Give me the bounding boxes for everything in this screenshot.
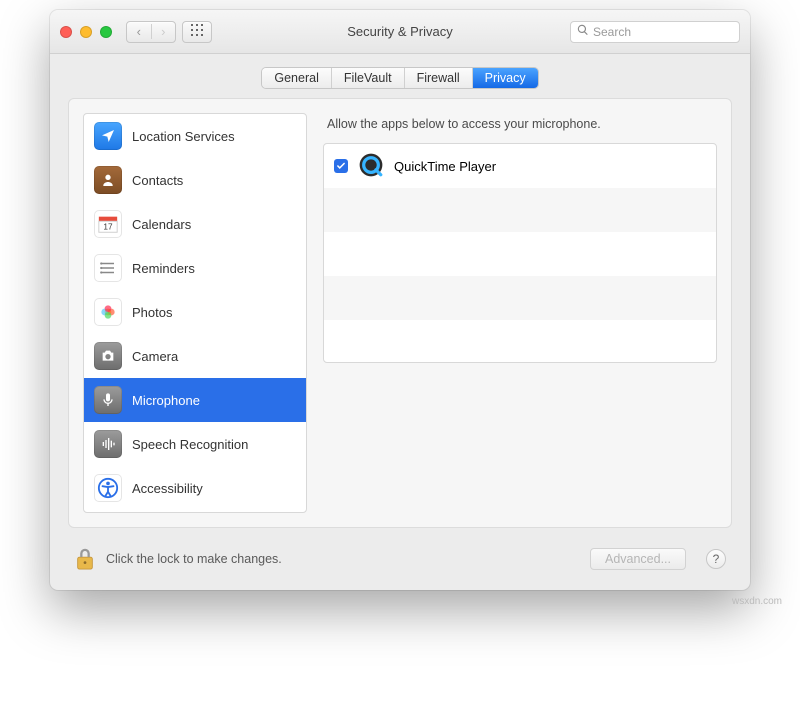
sidebar-item-accessibility[interactable]: Accessibility bbox=[84, 466, 306, 510]
tab-general[interactable]: General bbox=[262, 68, 331, 88]
sidebar-item-photos[interactable]: Photos bbox=[84, 290, 306, 334]
app-row-empty bbox=[324, 232, 716, 276]
speech-icon bbox=[94, 430, 122, 458]
app-name: QuickTime Player bbox=[394, 159, 496, 174]
tab-filevault[interactable]: FileVault bbox=[332, 68, 405, 88]
sidebar-item-location-services[interactable]: Location Services bbox=[84, 114, 306, 158]
tab-bar: General FileVault Firewall Privacy bbox=[50, 54, 750, 98]
privacy-sidebar: Location Services Contacts 17 Calendars … bbox=[83, 113, 307, 513]
zoom-button[interactable] bbox=[100, 26, 112, 38]
help-button[interactable]: ? bbox=[706, 549, 726, 569]
search-placeholder: Search bbox=[593, 25, 631, 39]
app-row-empty bbox=[324, 188, 716, 232]
app-row[interactable]: QuickTime Player bbox=[324, 144, 716, 188]
quicktime-icon bbox=[358, 152, 384, 181]
tab-firewall[interactable]: Firewall bbox=[405, 68, 473, 88]
sidebar-item-label: Location Services bbox=[132, 129, 235, 144]
accessibility-icon bbox=[94, 474, 122, 502]
sidebar-item-label: Microphone bbox=[132, 393, 200, 408]
sidebar-item-label: Calendars bbox=[132, 217, 191, 232]
preferences-window: ‹ › Security & Privacy Search General Fi… bbox=[50, 10, 750, 590]
app-checkbox[interactable] bbox=[334, 159, 348, 173]
sidebar-item-camera[interactable]: Camera bbox=[84, 334, 306, 378]
tabs-segmented: General FileVault Firewall Privacy bbox=[262, 68, 537, 88]
sidebar-item-label: Speech Recognition bbox=[132, 437, 248, 452]
show-all-button[interactable] bbox=[182, 21, 212, 43]
chevron-left-icon: ‹ bbox=[137, 24, 141, 39]
location-icon bbox=[94, 122, 122, 150]
lock-icon[interactable] bbox=[74, 546, 96, 572]
sidebar-item-contacts[interactable]: Contacts bbox=[84, 158, 306, 202]
microphone-icon bbox=[94, 386, 122, 414]
close-button[interactable] bbox=[60, 26, 72, 38]
back-button[interactable]: ‹ bbox=[127, 24, 151, 39]
sidebar-item-label: Camera bbox=[132, 349, 178, 364]
sidebar-item-speech-recognition[interactable]: Speech Recognition bbox=[84, 422, 306, 466]
reminders-icon bbox=[94, 254, 122, 282]
app-row-empty bbox=[324, 320, 716, 363]
forward-button[interactable]: › bbox=[151, 24, 176, 39]
advanced-button[interactable]: Advanced... bbox=[590, 548, 686, 570]
chevron-right-icon: › bbox=[161, 24, 165, 39]
sidebar-item-label: Contacts bbox=[132, 173, 183, 188]
camera-icon bbox=[94, 342, 122, 370]
tab-privacy[interactable]: Privacy bbox=[473, 68, 538, 88]
content-header: Allow the apps below to access your micr… bbox=[323, 113, 717, 143]
sidebar-item-reminders[interactable]: Reminders bbox=[84, 246, 306, 290]
privacy-panel: Location Services Contacts 17 Calendars … bbox=[68, 98, 732, 528]
calendar-icon: 17 bbox=[94, 210, 122, 238]
contacts-icon bbox=[94, 166, 122, 194]
window-controls bbox=[60, 26, 112, 38]
sidebar-item-label: Photos bbox=[132, 305, 172, 320]
sidebar-item-label: Reminders bbox=[132, 261, 195, 276]
sidebar-item-calendars[interactable]: 17 Calendars bbox=[84, 202, 306, 246]
sidebar-item-microphone[interactable]: Microphone bbox=[84, 378, 306, 422]
footer: Click the lock to make changes. Advanced… bbox=[50, 542, 750, 590]
titlebar: ‹ › Security & Privacy Search bbox=[50, 10, 750, 54]
lock-message: Click the lock to make changes. bbox=[106, 552, 282, 566]
minimize-button[interactable] bbox=[80, 26, 92, 38]
nav-back-forward[interactable]: ‹ › bbox=[126, 21, 176, 43]
svg-text:17: 17 bbox=[103, 223, 113, 232]
watermark: wsxdn.com bbox=[732, 596, 782, 607]
grid-icon bbox=[191, 24, 203, 39]
app-list: QuickTime Player bbox=[323, 143, 717, 363]
content-pane: Allow the apps below to access your micr… bbox=[323, 113, 717, 513]
sidebar-item-label: Accessibility bbox=[132, 481, 203, 496]
app-row-empty bbox=[324, 276, 716, 320]
photos-icon bbox=[94, 298, 122, 326]
check-icon bbox=[336, 161, 346, 171]
search-input[interactable]: Search bbox=[570, 21, 740, 43]
search-icon bbox=[577, 24, 589, 39]
